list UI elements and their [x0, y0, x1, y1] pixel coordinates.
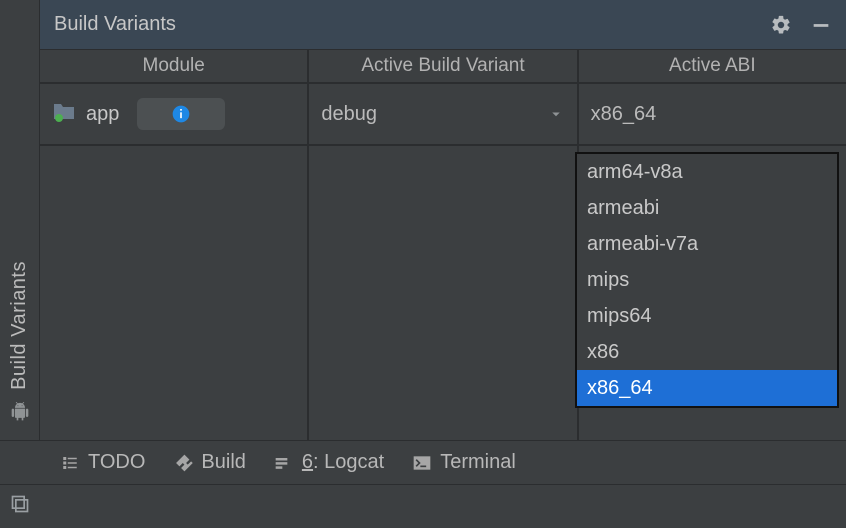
bottom-tab-logcat[interactable]: 6: Logcat — [274, 451, 384, 474]
bottom-tab-todo-label: TODO — [88, 451, 145, 474]
bottom-tool-bar: TODO Build 6: Logcat Terminal — [0, 440, 846, 484]
bottom-tab-todo[interactable]: TODO — [60, 451, 145, 474]
module-info-button[interactable] — [137, 98, 225, 130]
bottom-tab-build[interactable]: Build — [173, 451, 245, 474]
active-abi-value: x86_64 — [591, 103, 657, 126]
abi-option[interactable]: mips64 — [577, 298, 837, 334]
abi-option[interactable]: arm64-v8a — [577, 154, 837, 190]
module-cell[interactable]: app — [40, 84, 309, 144]
module-folder-icon — [52, 100, 76, 128]
module-name: app — [86, 103, 119, 126]
abi-option[interactable]: x86 — [577, 334, 837, 370]
side-tab-build-variants[interactable]: Build Variants — [8, 261, 31, 390]
col-variant-header: Active Build Variant — [309, 50, 578, 82]
left-tool-rail: Build Variants — [0, 0, 40, 440]
abi-option[interactable]: x86_64 — [577, 370, 837, 406]
abi-option[interactable]: mips — [577, 262, 837, 298]
bottom-tab-terminal[interactable]: Terminal — [412, 451, 516, 474]
col-module-header: Module — [40, 50, 309, 82]
bottom-tab-terminal-label: Terminal — [440, 451, 516, 474]
abi-dropdown-popup: arm64-v8aarmeabiarmeabi-v7amipsmips64x86… — [575, 152, 839, 408]
bottom-tab-logcat-label: 6: Logcat — [302, 451, 384, 474]
android-icon — [10, 402, 30, 428]
build-variant-dropdown[interactable]: debug — [309, 84, 578, 144]
gear-icon[interactable] — [770, 14, 792, 36]
col-abi-header: Active ABI — [579, 50, 846, 82]
abi-option[interactable]: armeabi — [577, 190, 837, 226]
active-abi-dropdown[interactable]: x86_64 — [579, 84, 846, 144]
panel-title: Build Variants — [54, 13, 176, 36]
minimize-icon[interactable] — [810, 14, 832, 36]
panel-title-bar: Build Variants — [40, 0, 846, 50]
statusbar-windows-icon[interactable] — [10, 494, 30, 520]
build-variant-value: debug — [321, 103, 377, 126]
table-header: Module Active Build Variant Active ABI — [40, 50, 846, 84]
chevron-down-icon — [547, 105, 565, 123]
table-row: app debug x86_64 — [40, 84, 846, 146]
abi-option[interactable]: armeabi-v7a — [577, 226, 837, 262]
bottom-tab-build-label: Build — [201, 451, 245, 474]
status-bar — [0, 484, 846, 528]
